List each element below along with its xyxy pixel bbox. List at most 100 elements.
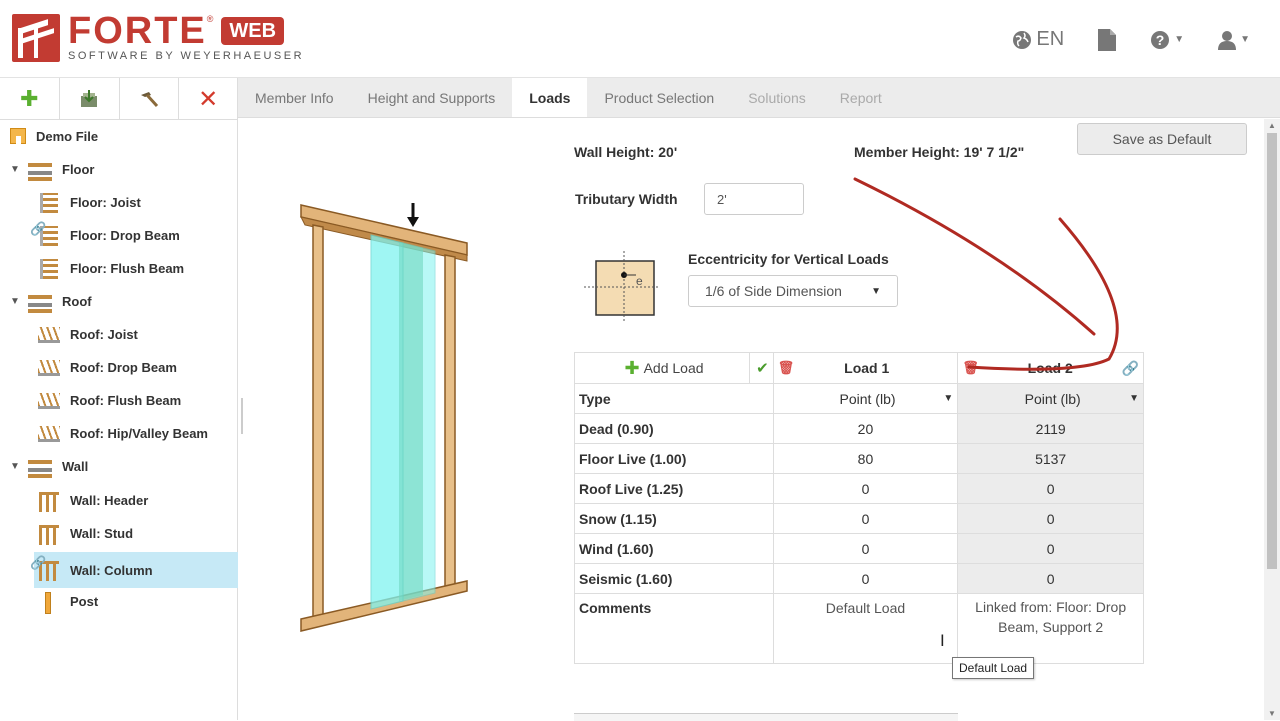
- tree-item-floor-drop-beam[interactable]: 🔗 Floor: Drop Beam: [30, 219, 180, 252]
- stud-icon: [36, 521, 62, 547]
- tab-member-info[interactable]: Member Info: [238, 78, 351, 117]
- user-icon: [1218, 30, 1237, 50]
- tools-button[interactable]: [120, 78, 180, 120]
- load-2-type-select: Point (lb) ▼: [957, 383, 1144, 414]
- link-icon: 🔗: [30, 220, 47, 236]
- load-2-value: 0: [957, 533, 1144, 564]
- tab-bar: Member Info Height and Supports Loads Pr…: [238, 78, 1280, 118]
- help-menu[interactable]: ? ▼: [1150, 30, 1184, 50]
- document-button[interactable]: [1098, 28, 1117, 51]
- load-2-value: 2119: [957, 413, 1144, 444]
- import-button[interactable]: [60, 78, 120, 120]
- load-1-value-input[interactable]: 0: [772, 503, 959, 534]
- row-label: Snow (1.15): [574, 503, 774, 534]
- tree-item-wall-header[interactable]: Wall: Header: [36, 484, 148, 517]
- tab-report: Report: [839, 90, 882, 106]
- table-row: Floor Live (1.00) 80 5137: [574, 443, 1144, 474]
- wall-height-label: Wall Height: 20': [574, 144, 678, 160]
- load-2-value: 0: [957, 473, 1144, 504]
- tree-root-demo-file[interactable]: Demo File: [8, 120, 98, 153]
- tree-item-floor-joist[interactable]: Floor: Joist: [36, 186, 141, 219]
- load-1-value-input[interactable]: 20: [772, 413, 959, 444]
- app-header: FORTE ® WEB SOFTWARE BY WEYERHAEUSER EN …: [0, 0, 1280, 78]
- help-icon: ?: [1151, 30, 1170, 49]
- type-label: Type: [574, 383, 774, 414]
- delete-member-button[interactable]: ✕: [179, 78, 237, 120]
- load-1-value-input[interactable]: 0: [772, 563, 959, 594]
- tree-item-roof-hip-valley-beam[interactable]: Roof: Hip/Valley Beam: [36, 417, 208, 450]
- trash-icon[interactable]: 🗑: [778, 360, 795, 376]
- save-as-default-button[interactable]: Save as Default: [1077, 123, 1247, 155]
- tree-item-label: Wall: Stud: [70, 526, 134, 541]
- chevron-down-icon: ▼: [943, 393, 954, 404]
- tree-item-roof-joist[interactable]: Roof: Joist: [36, 318, 138, 351]
- post-icon: [36, 589, 62, 615]
- chevron-down-icon: ▼: [1129, 393, 1139, 404]
- load-1-comment-input[interactable]: Default Load: [772, 593, 959, 664]
- tree-item-label: Floor: Drop Beam: [70, 228, 180, 243]
- tree-group-wall[interactable]: ▼ Wall: [8, 450, 88, 483]
- tree-item-label: Roof: Flush Beam: [70, 393, 182, 408]
- scroll-up-icon[interactable]: ▲: [1268, 121, 1276, 130]
- tab-product-selection[interactable]: Product Selection: [587, 78, 731, 117]
- chevron-down-icon: ▼: [1240, 34, 1250, 45]
- tree-item-roof-drop-beam[interactable]: Roof: Drop Beam: [36, 351, 177, 384]
- beam-icon: 🔗: [30, 221, 62, 249]
- load-1-type-value: Point (lb): [839, 390, 896, 407]
- load-1-value-input[interactable]: 0: [772, 473, 959, 504]
- loads-panel: Save as Default Wall Height: 20' Member …: [239, 119, 1263, 721]
- table-row: Roof Live (1.25) 0 0: [574, 473, 1144, 504]
- chevron-down-icon[interactable]: ▼: [8, 296, 22, 307]
- chevron-down-icon[interactable]: ▼: [8, 461, 22, 472]
- eccentricity-value: 1/6 of Side Dimension: [705, 283, 842, 299]
- floor-icon: [28, 157, 54, 183]
- tab-height-and-supports[interactable]: Height and Supports: [351, 78, 513, 117]
- scroll-thumb[interactable]: [1267, 133, 1277, 569]
- beam-icon: [36, 256, 62, 282]
- member-tree: Demo File ▼ Floor Floor: Joist 🔗 Floor: …: [0, 120, 238, 720]
- row-label: Seismic (1.60): [574, 563, 774, 594]
- tributary-width-input[interactable]: 2': [704, 183, 804, 215]
- load-2-value: 5137: [957, 443, 1144, 474]
- table-row: Seismic (1.60) 0 0: [574, 563, 1144, 594]
- chevron-down-icon: ▼: [1174, 34, 1185, 45]
- tree-group-roof[interactable]: ▼ Roof: [8, 285, 92, 318]
- roof-beam-icon: [36, 355, 62, 381]
- tree-group-floor[interactable]: ▼ Floor: [8, 153, 95, 186]
- loads-table: ✚ Add Load ✔ 🗑 Load 1 🗑 Load 2 🔗 Type Po…: [574, 352, 1144, 664]
- tree-item-roof-flush-beam[interactable]: Roof: Flush Beam: [36, 384, 181, 417]
- logo-web-badge: WEB: [221, 17, 285, 45]
- load-2-value: 0: [957, 563, 1144, 594]
- load-2-comment: Linked from: Floor: Drop Beam, Support 2: [957, 593, 1144, 664]
- check-icon[interactable]: ✔: [756, 359, 769, 377]
- tree-item-floor-flush-beam[interactable]: Floor: Flush Beam: [36, 252, 184, 285]
- load-1-type-select[interactable]: Point (lb) ▼: [772, 383, 959, 414]
- user-menu[interactable]: ▼: [1218, 30, 1250, 50]
- tree-item-label: Floor: [62, 162, 95, 177]
- hip-valley-icon: [36, 421, 62, 447]
- tab-loads[interactable]: Loads: [512, 78, 588, 117]
- language-selector[interactable]: EN: [1012, 28, 1064, 51]
- hammer-icon: [140, 92, 158, 108]
- logo-mark-icon: [12, 14, 60, 62]
- tree-item-label: Wall: Column: [70, 562, 153, 578]
- scroll-down-icon[interactable]: ▼: [1268, 709, 1276, 718]
- eccentricity-symbol: e: [636, 274, 643, 288]
- chevron-down-icon[interactable]: ▼: [8, 164, 22, 175]
- load-1-value-input[interactable]: 80: [772, 443, 959, 474]
- main-scrollbar[interactable]: ▲ ▼: [1264, 119, 1280, 720]
- load-1-value-input[interactable]: 0: [772, 533, 959, 564]
- wall-column-illustration: [300, 203, 468, 632]
- forteweb-logo[interactable]: FORTE ® WEB SOFTWARE BY WEYERHAEUSER: [12, 12, 304, 62]
- add-member-button[interactable]: ✚: [0, 78, 60, 120]
- tree-item-label: Floor: Joist: [70, 195, 141, 210]
- tree-item-wall-stud[interactable]: Wall: Stud: [36, 517, 133, 550]
- tributary-width-label: Tributary Width: [575, 191, 678, 207]
- add-load-button[interactable]: ✚ Add Load: [579, 358, 749, 379]
- text-cursor-icon: Ⅰ: [940, 633, 945, 650]
- tree-item-label: Wall: Header: [70, 493, 149, 508]
- tree-item-post[interactable]: Post: [36, 585, 98, 618]
- language-label: EN: [1036, 28, 1065, 50]
- tree-item-wall-column[interactable]: 🔗 Wall: Column: [30, 552, 238, 588]
- home-icon: [8, 124, 28, 150]
